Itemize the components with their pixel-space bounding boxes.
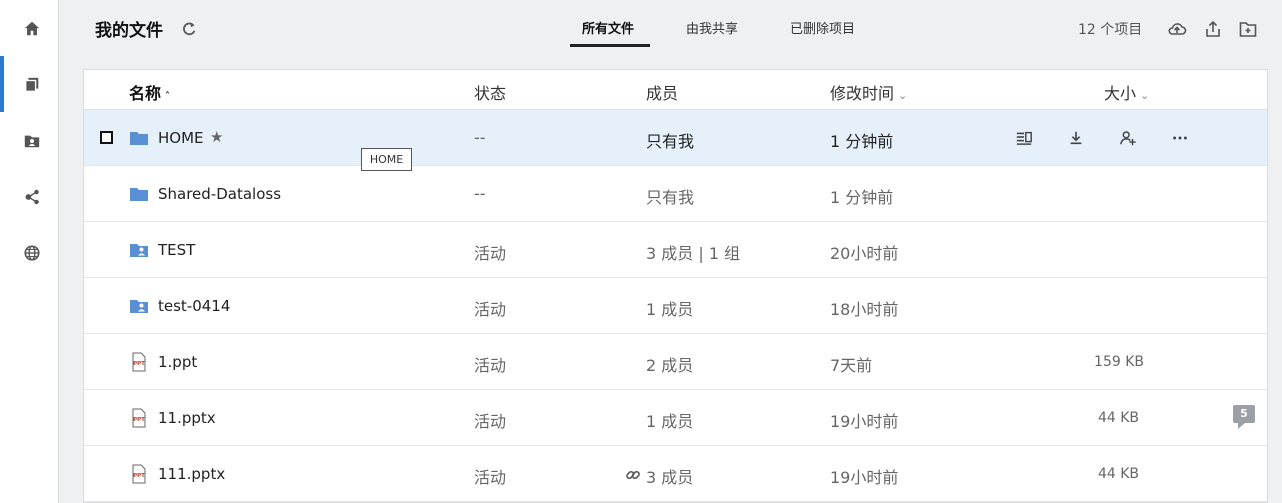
row-checkbox[interactable] xyxy=(100,131,113,144)
modified-cell: 1 分钟前 xyxy=(830,132,894,151)
star-icon[interactable]: ★ xyxy=(210,128,223,146)
svg-text:PPT: PPT xyxy=(133,417,145,423)
shared-folder-icon xyxy=(129,296,149,316)
file-name[interactable]: HOME xyxy=(158,129,204,147)
tooltip: HOME xyxy=(361,148,412,171)
file-name[interactable]: 1.ppt xyxy=(158,353,197,371)
file-table: 名称 ˄ 状态 成员 修改时间 ⌄ 大小 ⌄ HOME ★ -- 只有我 1 分钟前 xyxy=(83,69,1268,503)
shared-folder-icon xyxy=(129,240,149,260)
comment-count-badge[interactable]: 5 xyxy=(1233,405,1255,429)
size-cell: 44 KB xyxy=(1097,466,1139,482)
modified-cell: 20小时前 xyxy=(830,244,899,263)
tab-all-files[interactable]: 所有文件 xyxy=(582,18,634,37)
status-cell: 活动 xyxy=(474,468,507,487)
ppt-file-icon: PPT xyxy=(129,352,149,372)
status-cell: 活动 xyxy=(474,300,507,319)
members-cell: 3 成员 xyxy=(646,468,694,487)
link-icon[interactable] xyxy=(625,467,641,483)
file-name[interactable]: 111.pptx xyxy=(158,465,225,483)
download-icon[interactable] xyxy=(1065,127,1087,149)
modified-cell: 19小时前 xyxy=(830,412,899,431)
table-row[interactable]: HOME ★ -- 只有我 1 分钟前 xyxy=(84,110,1267,166)
ppt-file-icon: PPT xyxy=(129,464,149,484)
top-bar: 我的文件 所有文件 由我共享 已删除项目 12 个项目 xyxy=(83,0,1282,68)
more-options-icon[interactable] xyxy=(1169,127,1191,149)
column-name[interactable]: 名称 ˄ xyxy=(129,80,170,104)
files-icon[interactable] xyxy=(20,73,44,97)
table-row[interactable]: PPT 111.pptx 活动 3 成员 19小时前 44 KB xyxy=(84,446,1267,502)
details-icon[interactable] xyxy=(1013,127,1035,149)
chevron-down-icon: ⌄ xyxy=(898,89,908,102)
share-upload-icon[interactable] xyxy=(1203,19,1223,39)
status-cell: 活动 xyxy=(474,412,507,431)
members-cell: 只有我 xyxy=(646,132,695,151)
gutter xyxy=(59,0,83,503)
folder-icon xyxy=(129,184,149,204)
table-row[interactable]: PPT 1.ppt 活动 2 成员 7天前 159 KB xyxy=(84,334,1267,390)
status-cell: -- xyxy=(474,184,486,203)
members-cell: 1 成员 xyxy=(646,412,694,431)
table-row[interactable]: TEST 活动 3 成员 | 1 组 20小时前 xyxy=(84,222,1267,278)
share-network-icon[interactable] xyxy=(20,185,44,209)
modified-cell: 1 分钟前 xyxy=(830,188,894,207)
status-cell: 活动 xyxy=(474,356,507,375)
table-row[interactable]: PPT 11.pptx 活动 1 成员 19小时前 44 KB 5 xyxy=(84,390,1267,446)
add-member-icon[interactable] xyxy=(1117,127,1139,149)
chevron-down-icon: ⌄ xyxy=(1140,89,1150,102)
svg-text:PPT: PPT xyxy=(133,361,145,367)
item-count: 12 个项目 xyxy=(1078,22,1143,38)
sidebar xyxy=(0,0,59,503)
modified-cell: 18小时前 xyxy=(830,300,899,319)
modified-cell: 7天前 xyxy=(830,356,873,375)
table-row[interactable]: test-0414 活动 1 成员 18小时前 xyxy=(84,278,1267,334)
sidebar-active-indicator xyxy=(0,56,4,112)
modified-cell: 19小时前 xyxy=(830,468,899,487)
home-icon[interactable] xyxy=(20,17,44,41)
members-cell: 1 成员 xyxy=(646,300,694,319)
cloud-upload-icon[interactable] xyxy=(1167,19,1187,39)
table-header: 名称 ˄ 状态 成员 修改时间 ⌄ 大小 ⌄ xyxy=(84,70,1267,110)
column-status[interactable]: 状态 xyxy=(474,80,506,104)
members-cell: 只有我 xyxy=(646,188,695,207)
tab-shared-by-me[interactable]: 由我共享 xyxy=(686,18,738,37)
table-row[interactable]: Shared-Dataloss -- 只有我 1 分钟前 xyxy=(84,166,1267,222)
file-name[interactable]: test-0414 xyxy=(158,297,230,315)
tab-active-underline xyxy=(570,44,650,47)
file-name[interactable]: TEST xyxy=(158,241,195,259)
refresh-icon[interactable] xyxy=(180,20,198,38)
column-modified[interactable]: 修改时间 ⌄ xyxy=(830,80,907,104)
status-cell: 活动 xyxy=(474,244,507,263)
column-size[interactable]: 大小 ⌄ xyxy=(1104,80,1149,104)
folder-icon xyxy=(129,128,149,148)
shared-folder-icon[interactable] xyxy=(20,129,44,153)
new-folder-icon[interactable] xyxy=(1238,19,1258,39)
size-cell: 44 KB xyxy=(1097,410,1139,426)
column-members[interactable]: 成员 xyxy=(646,80,678,104)
file-name[interactable]: 11.pptx xyxy=(158,409,216,427)
members-cell: 3 成员 | 1 组 xyxy=(646,244,741,263)
tab-deleted-items[interactable]: 已删除项目 xyxy=(790,18,855,37)
ppt-file-icon: PPT xyxy=(129,408,149,428)
file-name[interactable]: Shared-Dataloss xyxy=(158,185,281,203)
members-cell: 2 成员 xyxy=(646,356,694,375)
size-cell: 159 KB xyxy=(1094,354,1144,370)
globe-icon[interactable] xyxy=(20,241,44,265)
page-title: 我的文件 xyxy=(95,21,163,41)
status-cell: -- xyxy=(474,128,486,147)
svg-text:PPT: PPT xyxy=(133,473,145,479)
